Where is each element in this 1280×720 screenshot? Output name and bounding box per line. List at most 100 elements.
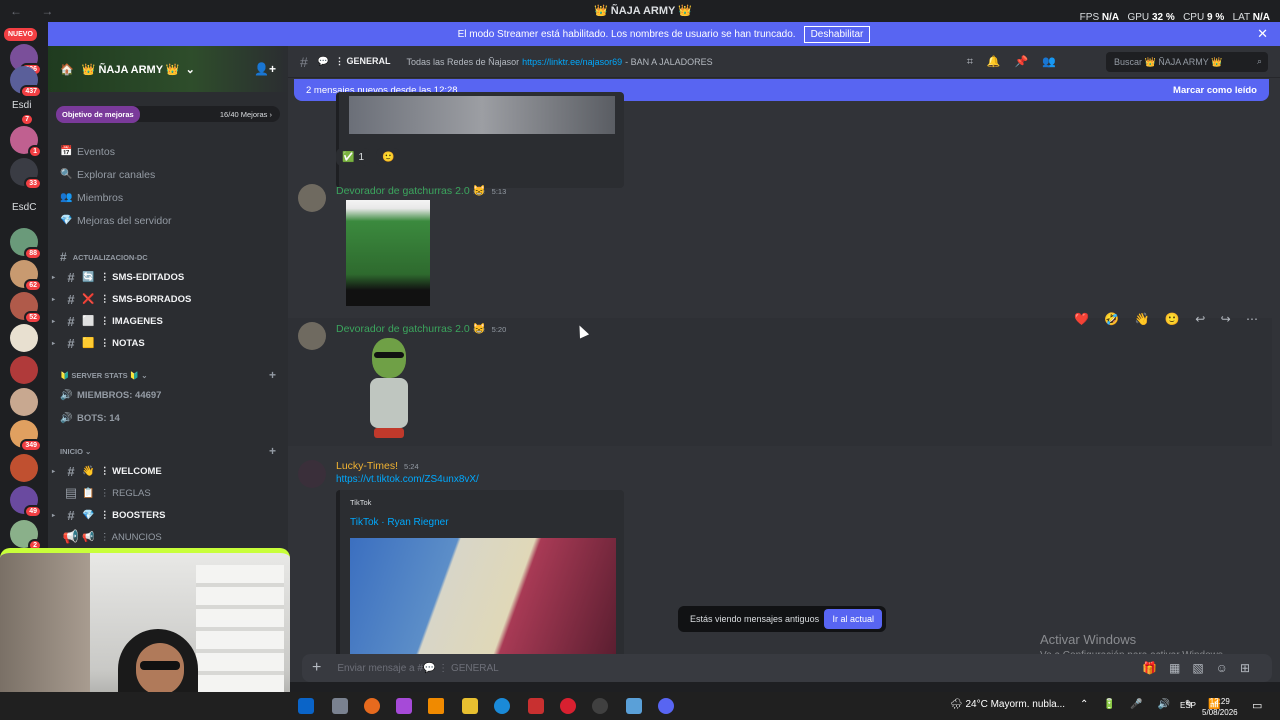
avatar[interactable] (298, 322, 326, 350)
category-actualizacion[interactable]: # ACTUALIZACION-DC (48, 248, 288, 266)
firefox-icon[interactable] (364, 698, 380, 714)
sticker-image[interactable] (366, 338, 410, 442)
edge-icon[interactable] (494, 698, 510, 714)
outlook-icon[interactable] (298, 698, 314, 714)
server-text-icon[interactable]: Esdi (12, 100, 31, 111)
server-icon[interactable]: 2 (10, 520, 42, 552)
embed-title[interactable]: TikTok · Ryan Riegner (350, 517, 614, 528)
invite-icon[interactable]: 👤+ (254, 62, 276, 76)
search-input[interactable]: Buscar 👑 ÑAJA ARMY 👑 ⌕ (1106, 52, 1268, 72)
server-icon[interactable]: 88 (10, 228, 42, 260)
server-icon[interactable]: 1 (10, 126, 42, 158)
mark-as-read-button[interactable]: Marcar como leído (1173, 85, 1257, 96)
sticker-icon[interactable]: ▧ (1192, 661, 1215, 675)
channel-emoji: ⬜ (82, 315, 95, 327)
author-name[interactable]: Devorador de gatchurras 2.0 😸 (336, 323, 486, 335)
embed-thumbnail[interactable] (350, 538, 616, 656)
embed-image[interactable] (349, 96, 615, 134)
add-channel-icon[interactable]: + (269, 368, 276, 382)
channel-anuncios[interactable]: 📢 📢 ⋮ ANUNCIOS (48, 526, 288, 548)
reaction-check[interactable]: ✅ 1 (336, 148, 371, 166)
server-icon[interactable] (10, 324, 38, 352)
channel-reglas[interactable]: ▤ 📋 ⋮ REGLAS (48, 482, 288, 504)
server-icon[interactable]: 349 (10, 420, 42, 452)
server-icon[interactable]: 33 (10, 158, 42, 190)
timestamp: 5:24 (404, 462, 419, 471)
language-indicator[interactable]: ESP (1180, 701, 1196, 710)
jump-to-present-button[interactable]: Ir al actual (824, 609, 882, 629)
channel-boosters[interactable]: ▸ # 💎 ⋮ BOOSTERS (48, 504, 288, 526)
server-name: 👑 ÑAJA ARMY 👑 (81, 63, 180, 76)
mention-badge: 33 (24, 177, 42, 190)
copilot-icon[interactable] (396, 698, 412, 714)
discord-icon[interactable] (658, 698, 674, 714)
windows-taskbar: 🌧 24°C Mayorm. nubla... ⌃ 🔋 🎤 🔊 ✎ 📶 ESP … (0, 692, 1280, 720)
search-icon: ⌕ (1256, 56, 1262, 66)
channel-imagenes[interactable]: ▸ # ⬜ ⋮ IMAGENES (48, 310, 288, 332)
server-icon[interactable] (10, 454, 38, 482)
nav-arrows[interactable]: ← → (10, 4, 61, 18)
category-label: ACTUALIZACION-DC (72, 252, 148, 262)
bell-icon[interactable]: 🔔 (987, 56, 1015, 68)
opera-icon[interactable] (560, 698, 576, 714)
apps-icon[interactable]: ⊞ (1240, 661, 1262, 675)
arrow-icon: ▸ (52, 274, 56, 281)
add-reaction-button[interactable]: 🙂 (376, 148, 401, 166)
notification-icon[interactable]: ▭ (1252, 699, 1262, 712)
attach-plus-icon[interactable]: + (312, 659, 321, 677)
server-icon[interactable] (10, 356, 38, 384)
file-explorer-icon[interactable] (332, 698, 348, 714)
chevron-down-icon[interactable]: ⌄ (186, 63, 195, 76)
topic-link[interactable]: https://linktr.ee/najasor69 (522, 57, 622, 67)
threads-icon[interactable]: ⌗ (967, 56, 987, 68)
pin-icon[interactable]: 📌 (1015, 56, 1043, 68)
stat-members[interactable]: 🔊 MIEMBROS: 44697 (48, 384, 288, 407)
search-placeholder: Buscar 👑 ÑAJA ARMY 👑 (1114, 57, 1223, 67)
clock[interactable]: 12:29 5/08/2026 (1202, 696, 1238, 718)
server-icon[interactable]: 49 (10, 486, 42, 518)
category-inicio[interactable]: INICIO ⌄ + (48, 442, 288, 460)
channel-sms-borrados[interactable]: ▸ # ❌ ⋮ SMS-BORRADOS (48, 288, 288, 310)
obs-icon[interactable] (592, 698, 608, 714)
members-toggle-icon[interactable]: 👥 (1042, 56, 1070, 68)
boost-goal-bar[interactable]: Objetivo de mejoras 16/40 Mejoras › (56, 105, 280, 123)
server-header[interactable]: 🏠 👑 ÑAJA ARMY 👑 ⌄ 👤+ (48, 46, 288, 92)
message-actions[interactable]: ❤️ 🤣 👋 🙂 ↩ ↪ ⋯ (1074, 312, 1264, 326)
app-icon[interactable] (626, 698, 642, 714)
author-name[interactable]: Lucky-Times! (336, 460, 398, 472)
channel-welcome[interactable]: ▸ # 👋 ⋮ WELCOME (48, 460, 288, 482)
server-icon[interactable]: 62 (10, 260, 42, 292)
close-icon[interactable]: ✕ (1257, 26, 1268, 42)
server-icon[interactable]: 52 (10, 292, 42, 324)
avatar[interactable] (298, 460, 326, 488)
message-composer[interactable]: + Enviar mensaje a #💬 ⋮ GENERAL 🎁▦▧☺⊞ (302, 654, 1272, 682)
add-channel-icon[interactable]: + (269, 444, 276, 458)
store-icon[interactable] (462, 698, 478, 714)
channel-notas[interactable]: ▸ # 🟨 ⋮ NOTAS (48, 332, 288, 354)
avatar[interactable] (298, 184, 326, 212)
category-label: 🔰 SERVER STATS 🔰 ⌄ (60, 370, 148, 380)
stat-bots[interactable]: 🔊 BOTS: 14 (48, 407, 288, 430)
gift-icon[interactable]: 🎁 (1142, 661, 1169, 675)
browse-channels-link[interactable]: 🔍 Explorar canales (48, 163, 288, 186)
weather-widget[interactable]: 🌧 24°C Mayorm. nubla... (950, 699, 1065, 710)
vlc-icon[interactable] (428, 698, 444, 714)
category-server-stats[interactable]: 🔰 SERVER STATS 🔰 ⌄ + (48, 366, 288, 384)
message-link[interactable]: https://vt.tiktok.com/ZS4unx8vX/ (336, 474, 479, 485)
emoji-icon[interactable]: ☺ (1216, 661, 1240, 675)
app-icon[interactable] (528, 698, 544, 714)
gif-icon[interactable]: ▦ (1169, 661, 1192, 675)
hash-icon: # (67, 507, 75, 523)
server-text-icon[interactable]: EsdC (12, 202, 36, 213)
channel-sms-editados[interactable]: ▸ # 🔄 ⋮ SMS-EDITADOS (48, 266, 288, 288)
attached-image[interactable] (346, 200, 430, 306)
server-icon[interactable] (10, 388, 38, 416)
events-link[interactable]: 📅 Eventos (48, 140, 288, 163)
disable-streamer-button[interactable]: Deshabilitar (803, 25, 871, 43)
browse-icon: 🔍 (60, 169, 73, 180)
members-link[interactable]: 👥 Miembros (48, 186, 288, 209)
server-boosts-link[interactable]: 💎 Mejoras del servidor (48, 209, 288, 232)
hash-icon: # (67, 335, 75, 351)
author-name[interactable]: Devorador de gatchurras 2.0 😸 (336, 185, 486, 197)
server-icon[interactable]: 437 (10, 66, 42, 98)
